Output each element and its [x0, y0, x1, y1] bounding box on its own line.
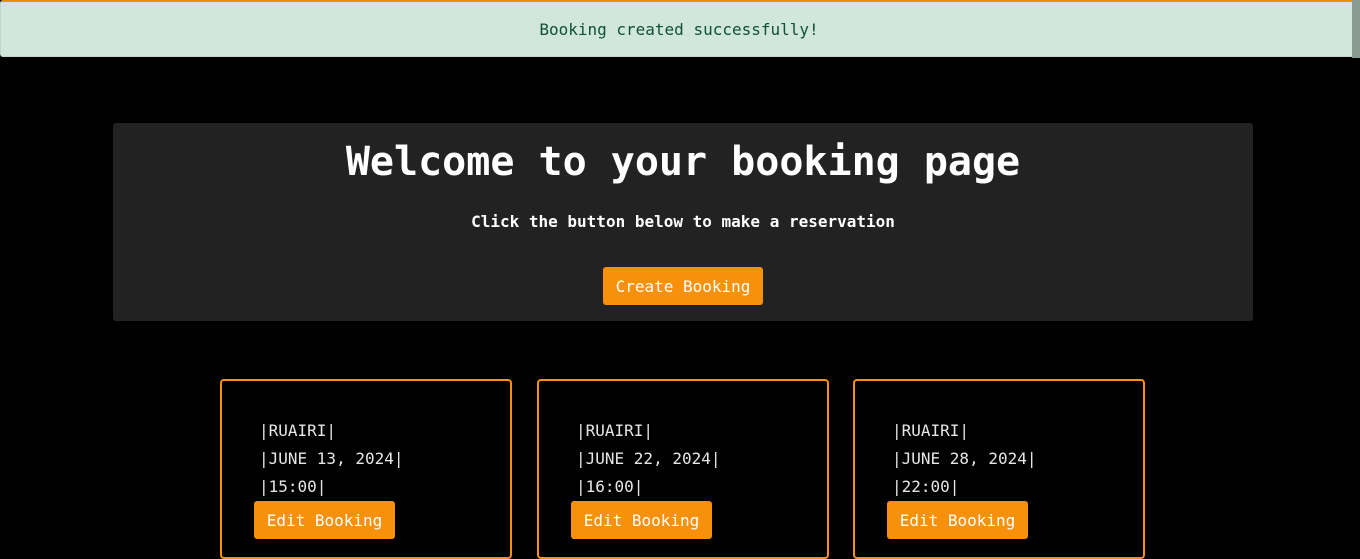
- page-subtitle: Click the button below to make a reserva…: [471, 212, 895, 231]
- edit-booking-button[interactable]: Edit Booking: [571, 501, 712, 539]
- create-booking-button[interactable]: Create Booking: [603, 267, 763, 305]
- booking-time: |15:00|: [259, 477, 327, 496]
- booking-card: |RUAIRI| |JUNE 13, 2024| |15:00| Edit Bo…: [220, 379, 512, 559]
- edit-booking-button[interactable]: Edit Booking: [887, 501, 1028, 539]
- page-title: Welcome to your booking page: [345, 139, 1021, 185]
- booking-time: |22:00|: [892, 477, 960, 496]
- booking-date: |JUNE 28, 2024|: [892, 449, 1037, 468]
- success-alert: Booking created successfully!: [0, 0, 1358, 57]
- booking-date: |JUNE 13, 2024|: [259, 449, 404, 468]
- booking-card: |RUAIRI| |JUNE 28, 2024| |22:00| Edit Bo…: [853, 379, 1145, 559]
- booking-name: |RUAIRI|: [576, 421, 654, 440]
- booking-name: |RUAIRI|: [259, 421, 337, 440]
- alert-message: Booking created successfully!: [539, 19, 819, 39]
- booking-date: |JUNE 22, 2024|: [576, 449, 721, 468]
- booking-card: |RUAIRI| |JUNE 22, 2024| |16:00| Edit Bo…: [537, 379, 829, 559]
- booking-name: |RUAIRI|: [892, 421, 970, 440]
- hero-panel: Welcome to your booking page Click the b…: [113, 123, 1253, 321]
- edit-booking-button[interactable]: Edit Booking: [254, 501, 395, 539]
- booking-time: |16:00|: [576, 477, 644, 496]
- scrollbar[interactable]: [1352, 0, 1360, 58]
